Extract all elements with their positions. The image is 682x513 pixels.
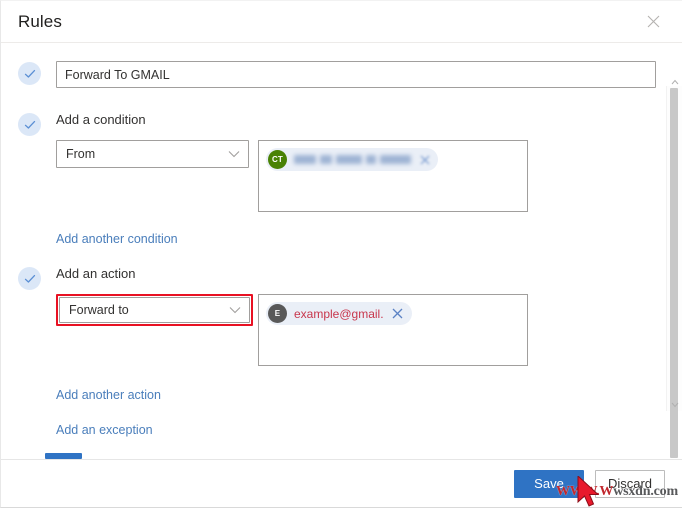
panel-header: Rules — [1, 1, 682, 43]
check-icon-action — [18, 267, 41, 290]
rules-panel: Rules Forward To GMAIL Add a condition F… — [0, 0, 682, 508]
condition-recipient-name-redacted — [287, 148, 418, 171]
rule-name-row — [1, 61, 661, 88]
vertical-scrollbar[interactable] — [666, 79, 682, 458]
condition-recipient-box[interactable]: CT — [258, 140, 528, 212]
panel-footer: Save Discard — [1, 459, 682, 507]
close-icon[interactable] — [390, 308, 406, 319]
condition-recipient-chip[interactable]: CT — [266, 148, 438, 171]
add-another-action-link[interactable]: Add another action — [56, 388, 161, 402]
chevron-down-icon — [228, 150, 240, 158]
action-recipient-chip[interactable]: E example@gmail. — [266, 302, 412, 325]
add-condition-label: Add a condition — [56, 112, 146, 127]
condition-type-dropdown-wrap: From — [56, 140, 249, 168]
avatar: E — [268, 304, 287, 323]
rule-name-input[interactable] — [56, 61, 656, 88]
action-type-value: Forward to — [69, 303, 129, 317]
avatar: CT — [268, 150, 287, 169]
close-icon[interactable] — [418, 155, 432, 165]
action-recipient-box[interactable]: E example@gmail. — [258, 294, 528, 366]
close-icon[interactable] — [640, 9, 666, 35]
chevron-down-icon[interactable] — [667, 399, 682, 411]
panel-body: Add a condition From — [1, 43, 682, 459]
discard-button[interactable]: Discard — [595, 469, 665, 498]
add-condition-row: Add a condition From CT Add another cond… — [1, 112, 661, 248]
action-type-dropdown-highlight: Forward to — [56, 294, 253, 326]
condition-type-dropdown[interactable]: From — [56, 140, 249, 168]
condition-type-value: From — [66, 147, 96, 161]
add-another-condition-link[interactable]: Add another condition — [56, 232, 178, 246]
chevron-up-icon[interactable] — [667, 76, 682, 88]
check-icon-condition — [18, 113, 41, 136]
save-button[interactable]: Save — [514, 469, 584, 498]
page-title: Rules — [18, 11, 62, 31]
action-recipient-name: example@gmail. — [294, 306, 384, 321]
chevron-down-icon — [229, 306, 241, 314]
add-action-label: Add an action — [56, 266, 136, 281]
check-icon-name — [18, 62, 41, 85]
action-type-dropdown[interactable]: Forward to — [59, 297, 250, 323]
add-action-row: Add an action Forward to E example@gmail… — [1, 266, 661, 439]
add-an-exception-link[interactable]: Add an exception — [56, 423, 153, 437]
